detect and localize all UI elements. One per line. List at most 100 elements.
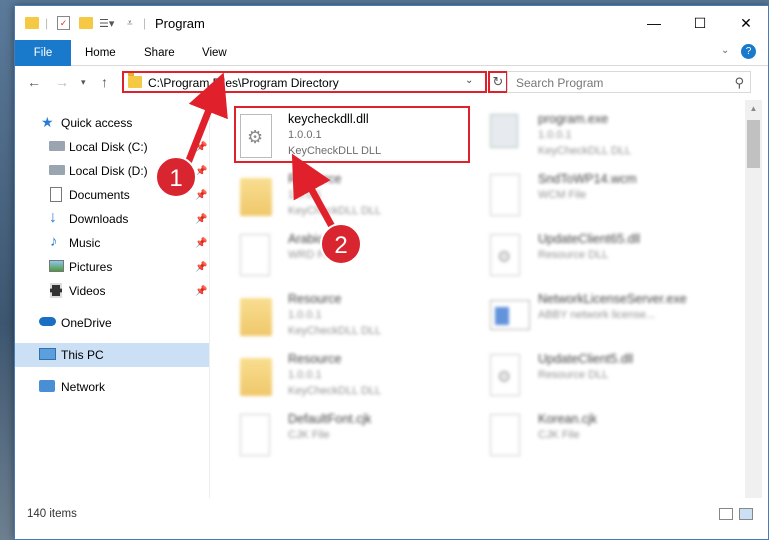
separator: | (143, 16, 147, 30)
pictures-icon (49, 260, 64, 272)
sidebar-item-pictures[interactable]: Pictures 📌 (15, 255, 209, 279)
maximize-button[interactable]: ☐ (677, 6, 723, 40)
exe-icon (490, 114, 518, 148)
file-item[interactable]: SndToWP14.wcm WCM File (490, 172, 740, 228)
folder-icon (128, 73, 142, 88)
pin-icon[interactable]: 📌 (195, 214, 207, 225)
search-input[interactable]: Search Program ⚲ (507, 71, 751, 93)
file-highlight-box (234, 106, 470, 163)
scroll-thumb[interactable] (747, 120, 760, 168)
dll-gear-icon: ⚙ (490, 234, 520, 276)
sidebar-item-videos[interactable]: Videos 📌 (15, 279, 209, 303)
chevron-down-icon[interactable]: ⌄ (465, 75, 473, 86)
details-view-icon[interactable] (719, 508, 733, 520)
vertical-scrollbar[interactable]: ▲ (745, 100, 762, 498)
sidebar-item-label: Videos (69, 284, 106, 298)
file-item[interactable]: ⚙ UpdateClient65.dll Resource DLL (490, 232, 740, 288)
blank-doc-icon (490, 414, 520, 456)
file-item[interactable]: Korean.cjk CJK File (490, 412, 740, 468)
pin-icon[interactable]: 📌 (195, 190, 207, 201)
cloud-icon (39, 317, 56, 326)
sidebar-item-label: Local Disk (D:) (69, 164, 148, 178)
file-type: Resource DLL (538, 249, 609, 261)
file-description: KeyCheckDLL DLL (288, 325, 382, 337)
tab-share[interactable]: Share (134, 40, 185, 66)
sidebar-item-local-disk-c[interactable]: Local Disk (C:) 📌 (15, 135, 209, 159)
search-icon: ⚲ (734, 75, 744, 90)
file-type: WRD File (288, 249, 336, 261)
pin-icon[interactable]: 📌 (195, 166, 207, 177)
scroll-up-icon[interactable]: ▲ (745, 100, 762, 117)
large-icons-view-icon[interactable] (739, 508, 753, 520)
back-arrow-icon[interactable]: ← (27, 74, 41, 90)
pin-icon[interactable]: 📌 (195, 238, 207, 249)
status-bar: 140 items (15, 504, 768, 526)
sidebar-item-label: Downloads (69, 212, 129, 226)
address-bar[interactable]: C:\Program Files\Program Directory ⌄ (122, 71, 487, 93)
file-description: KeyCheckDLL DLL (288, 205, 382, 217)
file-item[interactable]: ⚙ UpdateClient5.dll Resource DLL (490, 352, 740, 408)
file-item[interactable]: Resource 1.0.0.1 KeyCheckDLL DLL (240, 352, 490, 408)
pin-icon[interactable]: 📌 (195, 262, 207, 273)
sidebar-item-music[interactable]: ♪ Music 📌 (15, 231, 209, 255)
file-item[interactable]: Resource 1.0.0.1 KeyCheckDLL DLL (240, 292, 490, 348)
file-version: 1.0.0.1 (288, 189, 322, 201)
app-window-icon (490, 300, 530, 330)
minimize-button[interactable]: — (631, 6, 677, 40)
file-name: Resource (288, 292, 342, 306)
file-item[interactable]: DefaultFont.cjk CJK File (240, 412, 490, 468)
sidebar-item-documents[interactable]: Documents 📌 (15, 183, 209, 207)
file-item[interactable]: Arabic.wrd WRD File (240, 232, 490, 288)
up-arrow-icon[interactable]: ↑ (101, 74, 108, 90)
forward-arrow-icon[interactable]: → (55, 74, 69, 90)
sidebar-item-network[interactable]: Network (15, 375, 209, 399)
sidebar-item-label: Music (69, 236, 101, 250)
file-type: ABBY network license... (538, 309, 656, 321)
sidebar-item-this-pc[interactable]: This PC (15, 343, 209, 367)
separator: | (45, 16, 49, 30)
refresh-button[interactable]: ↻ (488, 71, 508, 93)
pin-icon[interactable]: 📌 (195, 286, 207, 297)
search-placeholder: Search Program (516, 76, 604, 90)
explorer-window: | ✓ ☰▾ ⩡ | Program — ☐ ✕ File Home Share… (14, 5, 769, 540)
file-item[interactable]: NetworkLicenseServer.exe ABBY network li… (490, 292, 740, 348)
sidebar-item-label: Documents (69, 188, 130, 202)
tab-view[interactable]: View (192, 40, 237, 66)
download-arrow-icon: ↓ (49, 209, 57, 226)
pin-icon[interactable]: 📌 (195, 142, 207, 153)
file-type: WCM File (538, 189, 587, 201)
folder-icon (25, 15, 39, 31)
quick-access-dropdown-icon[interactable]: ⩡ (127, 15, 133, 31)
file-item[interactable]: program.exe 1.0.0.1 KeyCheckDLL DLL (490, 112, 740, 168)
ribbon-tabs: File Home Share View ⌄ ? (15, 40, 768, 66)
expand-ribbon-icon[interactable]: ⌄ (721, 45, 729, 56)
recent-locations-icon[interactable]: ▾ (81, 77, 86, 88)
file-item[interactable]: Resource 1.0.0.1 KeyCheckDLL DLL (240, 172, 490, 228)
file-name: NetworkLicenseServer.exe (538, 292, 687, 306)
sidebar-item-label: Network (61, 380, 106, 394)
customize-toolbar-icon[interactable]: ☰▾ (99, 15, 114, 31)
sidebar-item-label: This PC (61, 348, 104, 362)
network-icon (39, 380, 55, 392)
properties-icon[interactable]: ✓ (57, 15, 70, 31)
folder-doc-icon (240, 178, 272, 216)
sidebar-item-quick-access[interactable]: ★ Quick access (15, 111, 209, 135)
new-folder-icon[interactable] (79, 15, 93, 31)
tab-file[interactable]: File (15, 40, 71, 66)
sidebar-item-downloads[interactable]: ↓ Downloads 📌 (15, 207, 209, 231)
file-name: Korean.cjk (538, 412, 598, 426)
help-icon[interactable]: ? (741, 44, 756, 59)
sidebar-item-label: Pictures (69, 260, 113, 274)
sidebar-item-onedrive[interactable]: OneDrive (15, 311, 209, 335)
documents-icon (50, 187, 62, 202)
sidebar-item-local-disk-d[interactable]: Local Disk (D:) 📌 (15, 159, 209, 183)
sidebar-item-label: Quick access (61, 116, 133, 130)
blank-doc-icon (240, 414, 270, 456)
folder-doc-icon (240, 298, 272, 336)
drive-icon (49, 165, 65, 175)
film-icon (50, 283, 62, 298)
address-path[interactable]: C:\Program Files\Program Directory (148, 76, 339, 90)
tab-home[interactable]: Home (75, 40, 126, 66)
file-name: Arabic.wrd (288, 232, 348, 246)
close-button[interactable]: ✕ (723, 6, 769, 40)
